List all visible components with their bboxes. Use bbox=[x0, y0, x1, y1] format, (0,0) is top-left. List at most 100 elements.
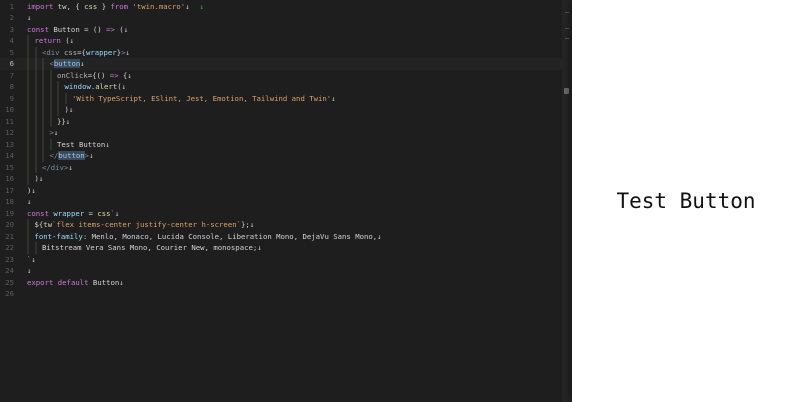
code-token: Test Button bbox=[57, 139, 106, 149]
newline-glyph: ↓ bbox=[27, 197, 32, 206]
code-token: ={ bbox=[77, 47, 86, 57]
indent-guide bbox=[42, 138, 44, 150]
code-text: const wrapper = css`↓ bbox=[27, 208, 119, 220]
line-number: 16 bbox=[5, 174, 14, 183]
code-line[interactable]: 20 ${tw`flex items-center justify-center … bbox=[0, 219, 562, 231]
code-text: import tw, { css } from 'twin.macro'↓ ↓ bbox=[27, 1, 204, 13]
newline-glyph: ↓ bbox=[68, 105, 74, 114]
newline-glyph: ↓ bbox=[105, 139, 110, 149]
code-text: Bitstream Vera Sans Mono, Courier New, m… bbox=[42, 242, 262, 254]
indent-guide bbox=[34, 81, 37, 93]
code-line[interactable]: 16)↓ bbox=[0, 173, 562, 185]
code-line[interactable]: 25 export default Button↓ bbox=[0, 277, 562, 289]
code-token: onClick bbox=[57, 70, 88, 80]
indent-guide bbox=[27, 35, 29, 47]
line-number: 23 bbox=[5, 254, 14, 264]
indent-guide bbox=[49, 115, 52, 127]
newline-glyph: ↓ bbox=[377, 231, 382, 241]
code-line[interactable]: 22 Bitstream Vera Sans Mono, Courier New,… bbox=[0, 242, 562, 254]
test-button[interactable]: Test Button bbox=[572, 0, 800, 402]
indent-guide bbox=[34, 150, 37, 162]
code-line[interactable]: 4 return (↓ bbox=[0, 35, 562, 47]
code-text: }}↓ bbox=[57, 116, 70, 128]
code-text: ↓ bbox=[27, 196, 31, 208]
code-text: font-family: Menlo, Monaco, Lucida Conso… bbox=[35, 231, 382, 243]
code-token: alert bbox=[95, 82, 118, 91]
code-text: <button↓ bbox=[50, 58, 85, 70]
code-line[interactable]: 6 <button↓ bbox=[0, 58, 562, 70]
code-token: { bbox=[118, 70, 128, 80]
scroll-mark bbox=[565, 28, 569, 29]
indent-guide bbox=[34, 104, 37, 116]
code-line[interactable]: 26 bbox=[0, 288, 562, 300]
editor-scrollbar[interactable] bbox=[562, 0, 572, 402]
code-line[interactable]: 18 ↓ bbox=[0, 196, 562, 208]
indent-guide bbox=[57, 104, 59, 116]
code-line[interactable]: 10)↓ bbox=[0, 104, 562, 116]
code-text: )↓ bbox=[65, 104, 74, 116]
indent-guide bbox=[57, 81, 59, 93]
line-number: 13 bbox=[5, 139, 14, 149]
line-number: 6 bbox=[9, 59, 14, 68]
newline-glyph: ↓ bbox=[80, 59, 85, 68]
code-line[interactable]: 11}}↓ bbox=[0, 115, 562, 128]
code-line[interactable]: 9 'With TypeScript, ESlint, Jest, Emotion… bbox=[0, 92, 562, 104]
code-line[interactable]: 8 window.alert(↓ bbox=[0, 81, 562, 93]
preview-pane: Test Button bbox=[572, 0, 800, 402]
newline-glyph: ↓ bbox=[123, 24, 129, 34]
newline-glyph: ↓ bbox=[89, 151, 94, 160]
line-number: 12 bbox=[5, 128, 14, 137]
line-number: 7 bbox=[9, 70, 14, 80]
line-number: 14 bbox=[5, 151, 14, 160]
code-line[interactable]: 2 ↓ bbox=[0, 12, 562, 24]
code-text: ↓ bbox=[27, 265, 31, 277]
scroll-mark bbox=[565, 38, 569, 39]
indent-guide bbox=[34, 161, 37, 173]
code-token: => bbox=[109, 70, 119, 80]
code-text: onClick={() => {↓ bbox=[57, 70, 132, 82]
code-token: </ bbox=[49, 151, 59, 160]
code-token: }} bbox=[57, 116, 66, 126]
code-text: </button>↓ bbox=[49, 150, 94, 162]
newline-glyph: ↓ bbox=[114, 208, 120, 218]
code-line[interactable]: 13 Test Button↓ bbox=[0, 138, 562, 150]
code-line[interactable]: 17)↓ bbox=[0, 185, 562, 197]
line-number: 22 bbox=[5, 243, 14, 252]
newline-glyph: ↓ bbox=[121, 82, 127, 91]
indent-guide bbox=[27, 104, 29, 116]
line-number: 20 bbox=[5, 220, 14, 229]
newline-glyph: ↓ bbox=[31, 254, 36, 264]
indent-guide bbox=[42, 81, 44, 93]
line-number: 25 bbox=[5, 277, 14, 287]
line-number: 15 bbox=[5, 162, 14, 172]
code-editor[interactable]: 1 import tw, { css } from 'twin.macro'↓ ↓ 2… bbox=[0, 0, 562, 402]
indent-guide bbox=[42, 69, 44, 81]
code-token: => bbox=[106, 24, 115, 34]
code-line[interactable]: 21 font-family: Menlo, Monaco, Lucida Con… bbox=[0, 230, 562, 243]
code-line[interactable]: 19 const wrapper = css`↓ bbox=[0, 208, 562, 220]
code-line[interactable]: 12 >↓ bbox=[0, 127, 562, 139]
code-text: ↓ bbox=[27, 12, 31, 24]
indent-guide bbox=[42, 92, 44, 104]
indent-guide bbox=[27, 58, 29, 70]
code-line[interactable]: 14 </button>↓ bbox=[0, 150, 562, 162]
code-token: wrapper bbox=[85, 47, 117, 57]
code-text: const Button = () => (↓ bbox=[27, 24, 128, 36]
code-line[interactable]: 15 </div>↓ bbox=[0, 161, 562, 173]
code-token: export bbox=[27, 277, 54, 287]
code-line[interactable]: 23 `↓ bbox=[0, 254, 562, 266]
code-line[interactable]: 3 const Button = () => (↓ bbox=[0, 24, 562, 36]
code-text: export default Button↓ bbox=[27, 277, 124, 289]
code-line[interactable]: 7 onClick={() => {↓ bbox=[0, 69, 562, 82]
newline-glyph: ↓ bbox=[31, 185, 36, 195]
line-number: 4 bbox=[9, 36, 14, 45]
scroll-thumb[interactable] bbox=[564, 88, 569, 94]
code-line[interactable]: 1 import tw, { css } from 'twin.macro'↓ ↓ bbox=[0, 1, 562, 13]
code-token: ( bbox=[114, 24, 124, 34]
code-line[interactable]: 5 <div css={wrapper}>↓ bbox=[0, 46, 562, 58]
newline-glyph: ↓ bbox=[38, 174, 44, 183]
code-token: ( bbox=[60, 36, 70, 45]
indent-guide bbox=[42, 115, 44, 127]
indent-guide bbox=[57, 92, 59, 104]
code-line[interactable]: 24 ↓ bbox=[0, 265, 562, 277]
